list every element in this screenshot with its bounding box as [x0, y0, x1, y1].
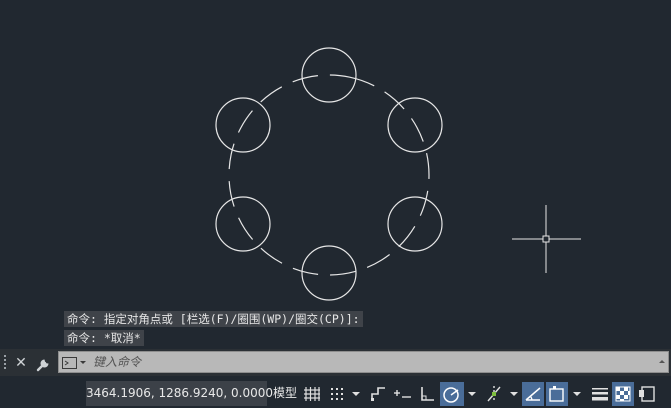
command-history-line: 命令: *取消*: [64, 330, 144, 346]
dynamic-ucs-icon[interactable]: [522, 382, 544, 406]
infer-constraints-icon[interactable]: [368, 382, 390, 406]
small-circle-top[interactable]: [301, 47, 357, 103]
coordinates-readout[interactable]: 3464.1906, 1286.9240, 0.0000: [86, 381, 273, 406]
history-scroll-up-icon[interactable]: [658, 355, 666, 369]
command-history-line: 命令: 指定对角点或 [栏选(F)/圈围(WP)/圈交(CP)]:: [64, 311, 363, 327]
selection-cycling-icon[interactable]: [546, 382, 568, 406]
polar-dropdown-icon[interactable]: [465, 382, 479, 406]
quick-properties-icon[interactable]: [637, 382, 659, 406]
grid-icon[interactable]: [302, 382, 322, 406]
lineweight-icon[interactable]: [589, 382, 611, 406]
model-space-button[interactable]: 模型: [270, 381, 300, 406]
close-icon[interactable]: ✕: [12, 353, 30, 373]
small-circle-lower-left[interactable]: [215, 196, 271, 252]
large-circle[interactable]: [210, 56, 447, 293]
command-input[interactable]: [93, 353, 653, 371]
command-prompt-icon[interactable]: [62, 356, 88, 370]
dynamic-input-icon[interactable]: [392, 382, 414, 406]
snap-dropdown-icon[interactable]: [349, 382, 363, 406]
crosshair-cursor: [512, 205, 581, 273]
drawing-canvas[interactable]: [0, 0, 671, 348]
transparency-icon[interactable]: [612, 382, 634, 406]
object-snap-dropdown-icon[interactable]: [507, 382, 521, 406]
snap-icon[interactable]: [326, 382, 348, 406]
wrench-icon[interactable]: [34, 352, 54, 374]
ortho-icon[interactable]: [416, 382, 438, 406]
selection-dropdown-icon[interactable]: [570, 382, 584, 406]
small-circle-lower-right[interactable]: [387, 196, 443, 252]
polar-tracking-icon[interactable]: [440, 382, 464, 406]
object-snap-tracking-icon[interactable]: [483, 382, 505, 406]
command-input-container: [58, 351, 669, 373]
grip-handle-icon[interactable]: [3, 353, 8, 371]
